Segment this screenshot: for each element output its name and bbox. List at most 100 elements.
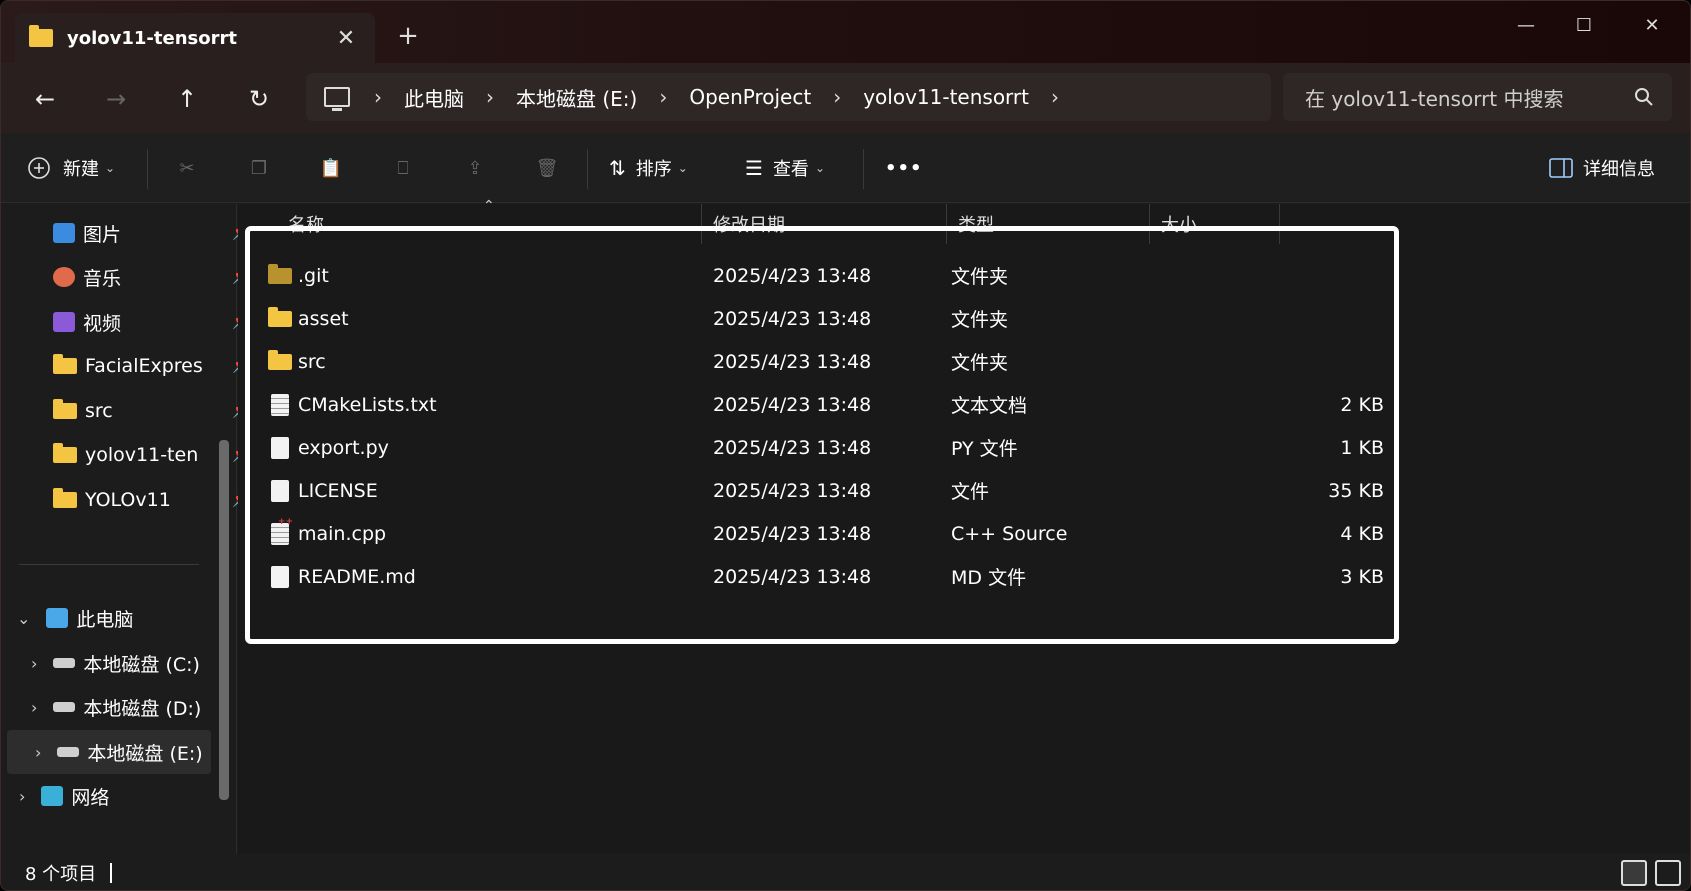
folder-icon (53, 354, 77, 374)
chevron-right-icon[interactable]: › (1051, 85, 1059, 109)
file-name: src (298, 350, 326, 373)
file-date: 2025/4/23 13:48 (713, 436, 872, 459)
new-button[interactable]: 新建 ⌄ (27, 149, 115, 187)
file-type: 文件 (951, 481, 990, 503)
rename-icon: ⎕ (397, 157, 409, 179)
file-name: CMakeLists.txt (298, 393, 437, 416)
folder-icon (53, 399, 77, 419)
more-options-button[interactable]: ••• (885, 149, 923, 187)
sidebar-item-yolov11-tensorrt[interactable]: yolov11-ten 📌 (53, 433, 263, 477)
breadcrumb-drive-e[interactable]: 本地磁盘 (E:) (516, 83, 637, 112)
view-button[interactable]: ☰ 查看 ⌄ (745, 149, 825, 187)
chevron-down-icon: ⌄ (677, 161, 688, 175)
search-input[interactable]: 在 yolov11-tensorrt 中搜索 (1283, 73, 1672, 121)
file-row-readme[interactable]: README.md 2025/4/23 13:48 MD 文件 3 KB (258, 555, 1388, 598)
file-row-git[interactable]: .git 2025/4/23 13:48 文件夹 (258, 254, 1388, 297)
file-row-export-py[interactable]: export.py 2025/4/23 13:48 PY 文件 1 KB (258, 426, 1388, 469)
sidebar-item-drive-c[interactable]: › 本地磁盘 (C:) (31, 641, 241, 685)
file-type: MD 文件 (951, 567, 1027, 589)
copy-button[interactable]: ❐ (239, 149, 279, 187)
sidebar-item-label: 本地磁盘 (E:) (87, 742, 203, 765)
sidebar-item-label: YOLOv11 (85, 489, 171, 511)
breadcrumb-yolov11-tensorrt[interactable]: yolov11-tensorrt (863, 85, 1029, 109)
close-button[interactable]: ✕ (1622, 7, 1682, 43)
minimize-button[interactable]: — (1496, 7, 1556, 43)
file-size: 35 KB (1328, 479, 1384, 502)
sidebar-item-videos[interactable]: 视频 📌 (53, 300, 263, 344)
chevron-right-icon[interactable]: › (486, 85, 494, 109)
back-button[interactable]: ← (23, 77, 67, 121)
tab-yolov11-tensorrt[interactable]: yolov11-tensorrt ✕ (15, 13, 375, 63)
breadcrumb-openproject[interactable]: OpenProject (689, 85, 811, 109)
chevron-right-icon[interactable]: › (31, 698, 37, 717)
sidebar-item-label: 图片 (83, 223, 122, 246)
address-bar[interactable]: › 此电脑 › 本地磁盘 (E:) › OpenProject › yolov1… (306, 73, 1271, 121)
sidebar-item-label: 音乐 (83, 267, 122, 290)
maximize-button[interactable]: ☐ (1554, 7, 1614, 43)
chevron-right-icon[interactable]: › (35, 743, 41, 762)
divider (587, 149, 588, 189)
sidebar-item-label: FacialExpres (85, 355, 203, 377)
sidebar-item-drive-d[interactable]: › 本地磁盘 (D:) (31, 685, 241, 729)
sidebar-item-pictures[interactable]: 图片 📌 (53, 211, 263, 255)
tab-close-icon[interactable]: ✕ (331, 23, 361, 53)
videos-icon (53, 312, 75, 332)
delete-button[interactable]: 🗑 (527, 149, 567, 187)
sidebar-item-yolov11[interactable]: YOLOv11 📌 (53, 478, 263, 522)
sidebar-item-label: 网络 (71, 786, 110, 809)
sidebar-scrollbar[interactable] (219, 440, 229, 800)
sidebar-item-facialexpres[interactable]: FacialExpres 📌 (53, 344, 263, 388)
refresh-button[interactable]: ↻ (237, 77, 281, 121)
up-button[interactable]: ↑ (165, 77, 209, 121)
sidebar-item-src[interactable]: src 📌 (53, 389, 263, 433)
cut-button[interactable]: ✂ (167, 149, 207, 187)
file-name: export.py (298, 436, 389, 459)
file-row-license[interactable]: LICENSE 2025/4/23 13:48 文件 35 KB (258, 469, 1388, 512)
chevron-right-icon[interactable]: › (659, 85, 667, 109)
chevron-down-icon: ⌄ (814, 161, 825, 175)
sidebar-item-label: 本地磁盘 (D:) (83, 697, 202, 720)
details-label: 详细信息 (1583, 159, 1655, 180)
sidebar-item-network[interactable]: › 网络 (19, 774, 229, 818)
status-bar: 8 个项目 (1, 854, 1690, 890)
chevron-right-icon[interactable]: › (374, 85, 382, 109)
sidebar-item-drive-e[interactable]: › 本地磁盘 (E:) (7, 730, 211, 774)
sort-label: 排序 (635, 159, 672, 180)
breadcrumb-this-pc[interactable]: 此电脑 (404, 83, 464, 112)
paste-button[interactable]: 📋 (311, 149, 351, 187)
file-size: 3 KB (1340, 565, 1384, 588)
file-row-asset[interactable]: asset 2025/4/23 13:48 文件夹 (258, 297, 1388, 340)
scissors-icon: ✂ (179, 157, 195, 179)
drive-icon (53, 658, 76, 668)
file-type: C++ Source (951, 522, 1068, 545)
search-icon[interactable] (1632, 85, 1656, 109)
chevron-right-icon[interactable]: › (31, 654, 37, 673)
share-button[interactable]: ⇪ (455, 149, 495, 187)
new-tab-button[interactable]: + (393, 21, 423, 51)
share-icon: ⇪ (467, 157, 483, 179)
sort-button[interactable]: ⇅ 排序 ⌄ (609, 149, 688, 187)
chevron-down-icon[interactable]: ⌄ (17, 609, 30, 628)
details-view-icon[interactable] (1621, 860, 1647, 886)
sidebar-item-this-pc[interactable]: ⌄ 此电脑 (17, 596, 227, 640)
trash-icon: 🗑 (535, 157, 559, 179)
music-icon (53, 267, 75, 287)
tiles-view-icon[interactable] (1655, 860, 1681, 886)
divider (863, 149, 864, 189)
file-icon (271, 479, 289, 502)
file-row-src[interactable]: src 2025/4/23 13:48 文件夹 (258, 340, 1388, 383)
sidebar-item-music[interactable]: 音乐 📌 (53, 255, 263, 299)
details-pane-button[interactable]: 详细信息 (1549, 149, 1655, 187)
navigation-bar: ← → ↑ ↻ › 此电脑 › 本地磁盘 (E:) › OpenProject … (1, 63, 1690, 133)
chevron-right-icon[interactable]: › (833, 85, 841, 109)
file-size: 4 KB (1340, 522, 1384, 545)
file-date: 2025/4/23 13:48 (713, 350, 872, 373)
file-size: 1 KB (1340, 436, 1384, 459)
chevron-right-icon[interactable]: › (19, 787, 25, 806)
rename-button[interactable]: ⎕ (383, 149, 423, 187)
forward-button[interactable]: → (94, 77, 138, 121)
file-row-main-cpp[interactable]: main.cpp 2025/4/23 13:48 C++ Source 4 KB (258, 512, 1388, 555)
file-row-cmakelists[interactable]: CMakeLists.txt 2025/4/23 13:48 文本文档 2 KB (258, 383, 1388, 426)
navigation-pane: 图片 📌 音乐 📌 视频 📌 FacialExpres 📌 src 📌 yolo… (1, 204, 251, 854)
computer-icon (324, 87, 350, 111)
